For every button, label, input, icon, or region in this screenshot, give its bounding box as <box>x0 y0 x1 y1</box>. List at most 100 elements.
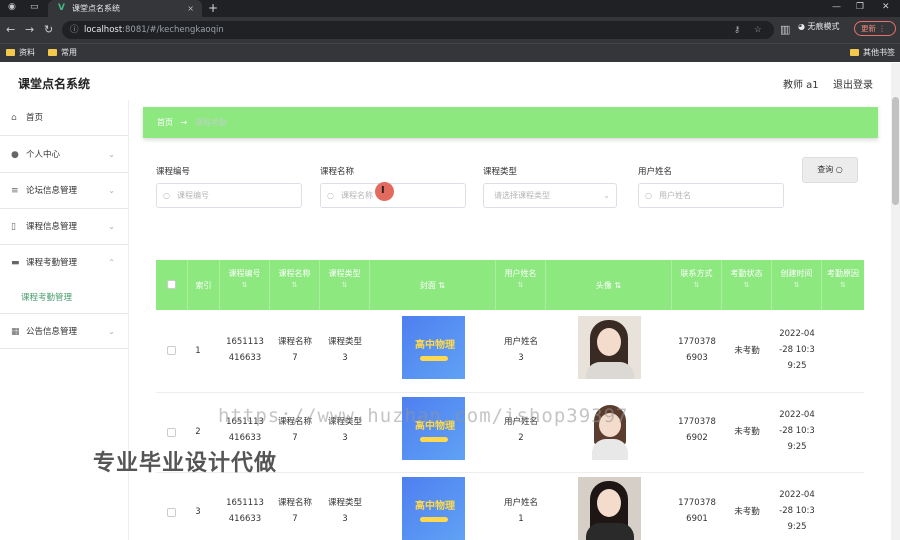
browser-tab[interactable]: V 课堂点名系统 × <box>48 0 202 17</box>
time-cell: 2022-04 -28 10:3 9:25 <box>774 326 820 374</box>
status-cell: 未考勤 <box>734 346 760 356</box>
logout-link[interactable]: 退出登录 <box>833 76 873 91</box>
sort-icon[interactable]: ⇅ <box>496 281 545 289</box>
bookmark-folder-changyong[interactable]: 常用 <box>48 47 77 58</box>
course-no-line: 1651113 <box>226 337 264 347</box>
course-name-placeholder: 课程名称 <box>341 191 373 200</box>
column-header[interactable]: 课程编号 ⇅ <box>220 260 270 310</box>
bookmark-star-icon[interactable]: ☆ <box>754 21 762 39</box>
user-name-line: 3 <box>518 353 524 363</box>
time-line: -28 10:3 <box>779 426 815 436</box>
restore-icon[interactable]: ❐ <box>856 2 864 12</box>
info-icon[interactable]: ⓘ <box>70 21 79 39</box>
sort-icon[interactable]: ⇅ <box>822 281 864 289</box>
column-header-label: 课程类型 <box>328 269 361 278</box>
close-window-icon[interactable]: ✕ <box>882 2 890 12</box>
sort-icon[interactable]: ⇅ <box>270 281 319 289</box>
sidebar-item-home[interactable]: ⌂ 首页 <box>0 100 129 136</box>
course-no-line: 1651113 <box>226 498 264 508</box>
sort-icon[interactable]: ⇅ <box>220 281 269 289</box>
sidebar-item-label: 课程考勤管理 <box>26 258 78 268</box>
column-header[interactable]: 考勤原因 ⇅ <box>822 260 864 310</box>
sort-icon[interactable]: ⇅ <box>438 281 445 290</box>
update-button[interactable]: 更新 ⋮ <box>854 21 896 36</box>
sort-icon[interactable]: ⇅ <box>772 281 821 289</box>
list-icon: ≡ <box>11 186 19 196</box>
chevron-down-icon: ⌄ <box>108 327 115 336</box>
tab-search-icon[interactable]: ▭ <box>30 2 39 12</box>
phone-cell: 1770378 6902 <box>674 414 720 446</box>
row-checkbox[interactable] <box>167 346 176 355</box>
current-user: 教师 a1 <box>783 80 819 91</box>
user-name-label: 用户姓名 <box>638 167 673 177</box>
row-index: 2 <box>195 427 201 437</box>
time-line: 2022-04 <box>779 410 815 420</box>
bookmark-folder-ziliao[interactable]: 资料 <box>6 47 35 58</box>
vue-logo-icon: V <box>58 3 65 13</box>
mouse-cursor-highlight: I <box>375 182 394 201</box>
breadcrumb-current: 课程考勤 <box>194 118 227 127</box>
search-icon: ○ <box>327 191 334 200</box>
search-icon: ○ <box>835 165 843 174</box>
column-header-label: 课程编号 <box>228 269 261 278</box>
sidepanel-icon[interactable]: ▥ <box>780 23 790 36</box>
query-button[interactable]: 查询 ○ <box>802 157 858 183</box>
status-cell: 未考勤 <box>734 427 760 437</box>
sidebar-item-forum[interactable]: ≡ 论坛信息管理 ⌄ <box>0 173 129 209</box>
column-header[interactable]: 联系方式 ⇅ <box>672 260 722 310</box>
folder-icon <box>850 49 859 56</box>
column-header[interactable]: 封面 ⇅ <box>370 260 496 310</box>
new-tab-icon[interactable]: + <box>208 0 218 16</box>
course-no-input[interactable]: ○ 课程编号 <box>156 183 302 208</box>
forward-icon[interactable]: → <box>25 23 34 36</box>
reload-icon[interactable]: ↻ <box>44 23 53 36</box>
sort-icon[interactable]: ⇅ <box>614 281 621 290</box>
avatar[interactable] <box>578 316 641 379</box>
column-header-label: 联系方式 <box>680 269 713 278</box>
url-input[interactable]: ⓘ localhost:8081/#/kechengkaoqin ⚷ ☆ <box>62 21 774 39</box>
column-header-label: 考勤原因 <box>827 269 859 278</box>
avatar-face <box>597 328 621 356</box>
back-icon[interactable]: ← <box>6 23 15 36</box>
sidebar-item-course[interactable]: ▯ 课程信息管理 ⌄ <box>0 209 129 245</box>
row-checkbox[interactable] <box>167 508 176 517</box>
sidebar-item-notice[interactable]: ▦ 公告信息管理 ⌄ <box>0 313 129 349</box>
sort-icon[interactable]: ⇅ <box>320 281 369 289</box>
select-all-checkbox[interactable] <box>167 280 176 289</box>
user-name-input[interactable]: ○ 用户姓名 <box>638 183 784 208</box>
column-header[interactable]: 创建时间 ⇅ <box>772 260 822 310</box>
column-header[interactable]: 用户姓名 ⇅ <box>496 260 546 310</box>
course-name-line: 7 <box>292 433 298 443</box>
column-header-label: 考勤状态 <box>730 269 763 278</box>
column-header[interactable]: 考勤状态 ⇅ <box>722 260 772 310</box>
cover-image[interactable]: 高中物理 <box>402 477 465 540</box>
course-type-line: 课程类型 <box>327 337 362 347</box>
course-name-line: 7 <box>292 514 298 524</box>
phone-line: 1770378 <box>678 498 716 508</box>
page-scrollbar[interactable] <box>891 63 900 540</box>
sidebar-item-attendance[interactable]: ▬ 课程考勤管理 ⌃ <box>0 245 129 281</box>
user-name-cell: 用户姓名 3 <box>498 334 544 366</box>
column-header[interactable]: 课程类型 ⇅ <box>320 260 370 310</box>
tab-close-icon[interactable]: × <box>187 0 194 17</box>
other-bookmarks[interactable]: 其他书签 <box>850 47 895 58</box>
avatar[interactable] <box>578 477 641 540</box>
column-header[interactable]: 课程名称 ⇅ <box>270 260 320 310</box>
phone-line: 6903 <box>686 353 708 363</box>
breadcrumb-home[interactable]: 首页 <box>157 118 173 127</box>
cover-image[interactable]: 高中物理 <box>402 316 465 379</box>
column-header[interactable]: 头像 ⇅ <box>546 260 672 310</box>
incognito-indicator[interactable]: ◕ 无痕模式 <box>798 21 840 32</box>
sort-icon[interactable]: ⇅ <box>672 281 721 289</box>
course-no-line: 416633 <box>228 433 262 443</box>
scrollbar-thumb[interactable] <box>892 97 899 205</box>
sidebar-subitem-attendance[interactable]: 课程考勤管理 <box>21 291 72 303</box>
sort-icon[interactable]: ⇅ <box>722 281 771 289</box>
key-icon[interactable]: ⚷ <box>734 21 740 39</box>
sidebar-item-profile[interactable]: ● 个人中心 ⌄ <box>0 137 129 173</box>
minimize-icon[interactable]: — <box>832 2 841 12</box>
course-type-select[interactable]: 请选择课程类型 ⌄ <box>483 183 617 208</box>
avatar-face <box>597 489 621 517</box>
row-checkbox[interactable] <box>167 428 176 437</box>
column-header[interactable]: 索引 <box>188 260 220 310</box>
